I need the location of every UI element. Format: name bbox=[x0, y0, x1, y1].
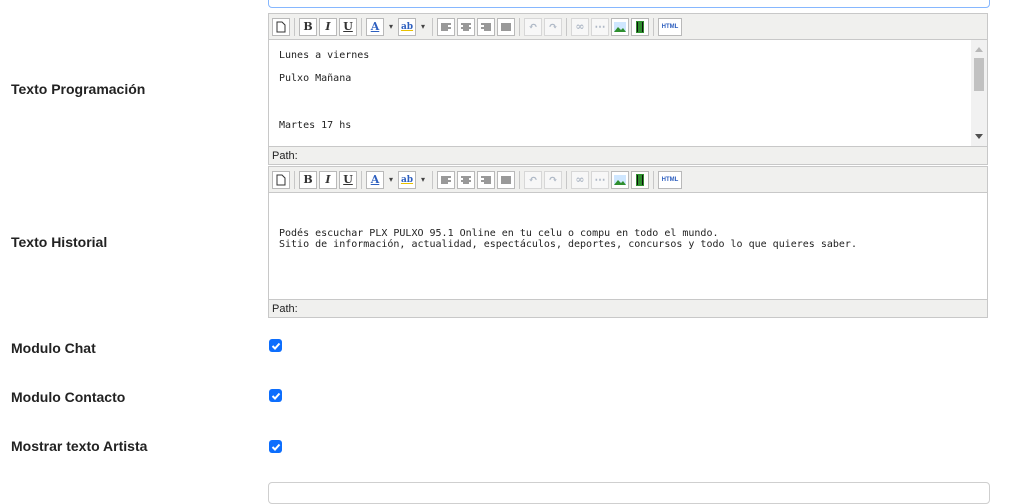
italic-button[interactable]: I bbox=[319, 17, 337, 36]
editor-path-bar: Path: bbox=[269, 146, 987, 164]
editor-content-historial[interactable]: Podés escuchar PLX PULXO 95.1 Online en … bbox=[269, 193, 987, 299]
checkmark-icon bbox=[271, 392, 280, 400]
bold-button[interactable]: B bbox=[299, 170, 317, 189]
underline-button[interactable]: U bbox=[339, 170, 357, 189]
checkbox-modulo-contacto[interactable] bbox=[269, 389, 282, 402]
editor-path-bar: Path: bbox=[269, 299, 987, 317]
media-icon[interactable] bbox=[631, 17, 649, 36]
editor-line: Martes 17 hs bbox=[279, 120, 352, 131]
scroll-up-arrow-icon[interactable] bbox=[975, 47, 983, 52]
checkmark-icon bbox=[271, 342, 280, 350]
chevron-down-icon[interactable]: ▾ bbox=[386, 171, 396, 189]
align-justify-icon[interactable] bbox=[497, 170, 515, 189]
label-texto-historial: Texto Historial bbox=[11, 234, 108, 250]
html-source-button[interactable]: HTML bbox=[658, 170, 682, 189]
underline-button[interactable]: U bbox=[339, 17, 357, 36]
align-right-icon[interactable] bbox=[477, 170, 495, 189]
editor-scrollbar[interactable] bbox=[971, 40, 987, 146]
align-center-icon[interactable] bbox=[457, 17, 475, 36]
link-icon[interactable]: ∞ bbox=[571, 17, 589, 36]
link-icon[interactable]: ∞ bbox=[571, 170, 589, 189]
new-document-icon[interactable] bbox=[272, 17, 290, 36]
chevron-down-icon[interactable]: ▾ bbox=[386, 18, 396, 36]
media-icon[interactable] bbox=[631, 170, 649, 189]
scrollbar-thumb[interactable] bbox=[974, 58, 984, 91]
scroll-down-arrow-icon[interactable] bbox=[975, 134, 983, 139]
bold-button[interactable]: B bbox=[299, 17, 317, 36]
editor-content-programacion[interactable]: Lunes a viernes Pulxo Mañana Martes 17 h… bbox=[269, 40, 987, 146]
editor-line: Pulxo Mañana bbox=[279, 73, 352, 84]
label-modulo-chat: Modulo Chat bbox=[11, 340, 96, 356]
chevron-down-icon[interactable]: ▾ bbox=[418, 171, 428, 189]
undo-icon[interactable]: ↶ bbox=[524, 170, 542, 189]
redo-icon[interactable]: ↷ bbox=[544, 170, 562, 189]
label-modulo-contacto: Modulo Contacto bbox=[11, 389, 126, 405]
editor-historial[interactable]: B I U A ▾ ab ▾ ↶ ↷ ∞ ⋯ HTML Podés escuch… bbox=[268, 166, 988, 318]
unlink-icon[interactable]: ⋯ bbox=[591, 170, 609, 189]
font-color-button[interactable]: A bbox=[366, 170, 384, 189]
image-icon[interactable] bbox=[611, 17, 629, 36]
undo-icon[interactable]: ↶ bbox=[524, 17, 542, 36]
redo-icon[interactable]: ↷ bbox=[544, 17, 562, 36]
image-icon[interactable] bbox=[611, 170, 629, 189]
highlight-color-button[interactable]: ab bbox=[398, 17, 416, 36]
align-left-icon[interactable] bbox=[437, 17, 455, 36]
editor-line: Lunes a viernes bbox=[279, 50, 370, 61]
html-source-button[interactable]: HTML bbox=[658, 17, 682, 36]
label-mostrar-texto-artista: Mostrar texto Artista bbox=[11, 438, 148, 454]
align-justify-icon[interactable] bbox=[497, 17, 515, 36]
unlink-icon[interactable]: ⋯ bbox=[591, 17, 609, 36]
editor-toolbar: B I U A ▾ ab ▾ ↶ ↷ ∞ ⋯ HTML bbox=[269, 167, 987, 193]
new-document-icon[interactable] bbox=[272, 170, 290, 189]
editor-programacion[interactable]: B I U A ▾ ab ▾ ↶ ↷ ∞ ⋯ HTML Lunes a vier… bbox=[268, 13, 988, 165]
editor-line: Sitio de información, actualidad, espect… bbox=[279, 239, 857, 250]
align-center-icon[interactable] bbox=[457, 170, 475, 189]
italic-button[interactable]: I bbox=[319, 170, 337, 189]
editor-line: Podés escuchar PLX PULXO 95.1 Online en … bbox=[279, 228, 719, 239]
checkmark-icon bbox=[271, 443, 280, 451]
label-texto-programacion: Texto Programación bbox=[11, 81, 146, 97]
input-above[interactable] bbox=[268, 0, 990, 8]
align-left-icon[interactable] bbox=[437, 170, 455, 189]
input-below[interactable] bbox=[268, 482, 990, 504]
font-color-button[interactable]: A bbox=[366, 17, 384, 36]
highlight-color-button[interactable]: ab bbox=[398, 170, 416, 189]
chevron-down-icon[interactable]: ▾ bbox=[418, 18, 428, 36]
align-right-icon[interactable] bbox=[477, 17, 495, 36]
checkbox-mostrar-texto-artista[interactable] bbox=[269, 440, 282, 453]
checkbox-modulo-chat[interactable] bbox=[269, 339, 282, 352]
editor-toolbar: B I U A ▾ ab ▾ ↶ ↷ ∞ ⋯ HTML bbox=[269, 14, 987, 40]
